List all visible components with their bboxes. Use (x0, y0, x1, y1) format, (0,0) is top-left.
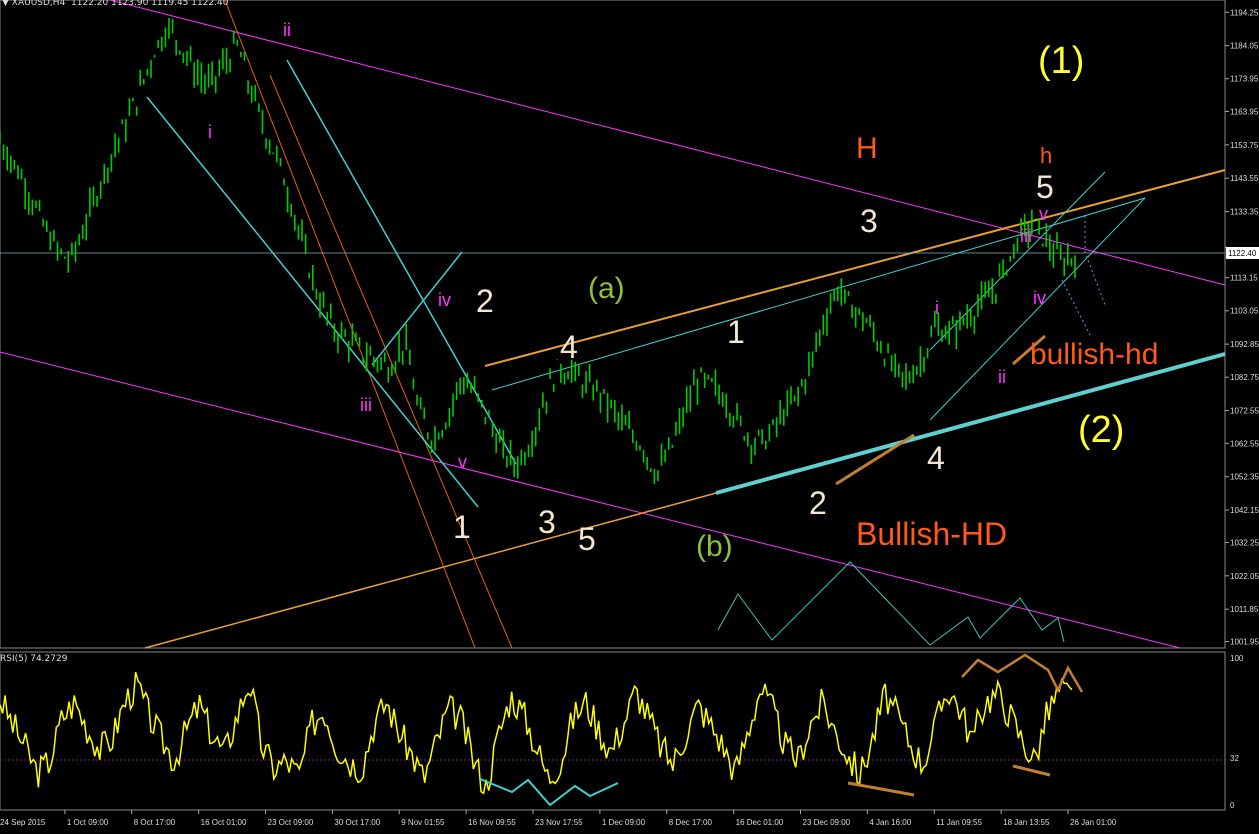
wave-label-5b: 5 (1036, 169, 1054, 205)
wave-label-2a: 2 (476, 283, 494, 319)
roman-ii-a: ii (283, 20, 291, 40)
dropdown-arrow-icon[interactable]: ▼ (2, 0, 9, 8)
price-tick-label: 1113.15 (1230, 274, 1258, 283)
roman-iii-b: iii (1020, 226, 1032, 246)
pattern-label-large: Bullish-HD (856, 516, 1007, 552)
time-tick-label: 1 Oct 09:00 (67, 818, 109, 827)
wave-label-b: (b) (696, 530, 733, 563)
price-tick-label: 1173.95 (1230, 75, 1259, 84)
time-tick-label: 23 Oct 09:00 (268, 818, 314, 827)
main-plot-area (0, 0, 1226, 649)
rsi-tick-label: 0 (1230, 801, 1235, 810)
price-tick-label: 1133.35 (1230, 208, 1259, 217)
ohlc-label: 1122.20 1123.90 1119.45 1122.40 (71, 0, 229, 8)
time-tick-label: 23 Nov 17:55 (535, 818, 583, 827)
price-tick-label: 1103.05 (1230, 307, 1259, 316)
wave-label-1a: 1 (453, 509, 471, 545)
time-tick-label: 16 Dec 01:00 (736, 818, 784, 827)
time-axis: 24 Sep 2015 1 Oct 09:00 8 Oct 17:00 16 Oct … (0, 810, 1117, 827)
pattern-label-small: bullish-hd (1030, 338, 1158, 371)
price-tick-label: 1194.25 (1230, 8, 1259, 17)
wave-label-1b: 1 (727, 314, 745, 350)
price-tick-label: 1032.25 (1230, 538, 1259, 547)
time-tick-label: 1 Dec 09:00 (602, 818, 646, 827)
wave-label-h: h (1040, 143, 1052, 168)
price-tick-label: 1184.05 (1230, 42, 1259, 51)
price-tick-label: 1143.55 (1230, 174, 1259, 183)
time-tick-label: 9 Nov 01:55 (401, 818, 445, 827)
time-tick-label: 16 Oct 01:00 (201, 818, 247, 827)
time-tick-label: 16 Nov 09:55 (468, 818, 516, 827)
time-tick-label: 4 Jan 16:00 (869, 818, 911, 827)
price-tick-label: 1072.55 (1230, 407, 1259, 416)
wave-label-4b: 4 (927, 440, 945, 476)
price-tick-label: 1153.75 (1230, 141, 1259, 150)
time-tick-label: 26 Jan 01:00 (1070, 818, 1117, 827)
price-chart: 1194.25 1184.05 1173.95 1163.95 1153.75 1143.… (0, 0, 1259, 827)
rsi-tick-label: 100 (1230, 654, 1244, 663)
price-tick-label: 1062.55 (1230, 439, 1259, 448)
roman-iv-a: iv (438, 290, 451, 310)
price-tick-label: 1011.85 (1230, 605, 1259, 614)
time-tick-label: 11 Jan 09:55 (936, 818, 982, 827)
rsi-axis: 100 32 0 (1230, 654, 1244, 810)
wave-label-2b: 2 (809, 485, 827, 521)
time-tick-label: 18 Jan 13:55 (1003, 818, 1050, 827)
roman-i-a: i (208, 122, 212, 142)
roman-i-b: i (935, 298, 939, 318)
wave-label-1-big: (1) (1038, 40, 1084, 82)
price-axis: 1194.25 1184.05 1173.95 1163.95 1153.75 1143.… (1225, 8, 1259, 647)
price-tick-label: 1092.85 (1230, 340, 1259, 349)
wave-label-2-big: (2) (1078, 409, 1124, 451)
time-tick-label: 8 Oct 17:00 (134, 818, 176, 827)
price-tick-label: 1163.95 (1230, 107, 1259, 116)
rsi-tick-label: 32 (1230, 754, 1239, 763)
roman-iv-b: iv (1033, 288, 1046, 308)
price-tick-label: 1042.15 (1230, 506, 1259, 515)
roman-v-b: v (1039, 204, 1048, 224)
price-tick-label: 1082.75 (1230, 373, 1259, 382)
price-tick-label: 1022.05 (1230, 572, 1259, 581)
wave-label-4a: 4 (560, 329, 578, 365)
wave-label-H: H (856, 132, 878, 165)
chart-header: ▼ XAUUSD,H4 1122.20 1123.90 1119.45 1122… (2, 0, 228, 8)
time-tick-label: 23 Dec 09:00 (803, 818, 851, 827)
symbol-label: XAUUSD,H4 (11, 0, 66, 8)
price-tick-label: 1052.35 (1230, 473, 1259, 482)
rsi-header: RSI(5) 74.2729 (0, 654, 68, 664)
current-price-text: 1122.40 (1228, 249, 1257, 258)
time-tick-label: 8 Dec 17:00 (669, 818, 713, 827)
roman-iii-a: iii (360, 395, 372, 415)
wave-label-3a: 3 (538, 504, 556, 540)
time-tick-label: 30 Oct 17:00 (334, 818, 380, 827)
price-tick-label: 1001.95 (1230, 638, 1259, 647)
wave-label-a: (a) (588, 272, 625, 305)
roman-ii-b: ii (998, 367, 1006, 387)
time-tick-label: 24 Sep 2015 (0, 818, 46, 827)
wave-label-5a: 5 (578, 521, 596, 557)
roman-v-a: v (458, 452, 467, 472)
wave-label-3b: 3 (860, 203, 878, 239)
